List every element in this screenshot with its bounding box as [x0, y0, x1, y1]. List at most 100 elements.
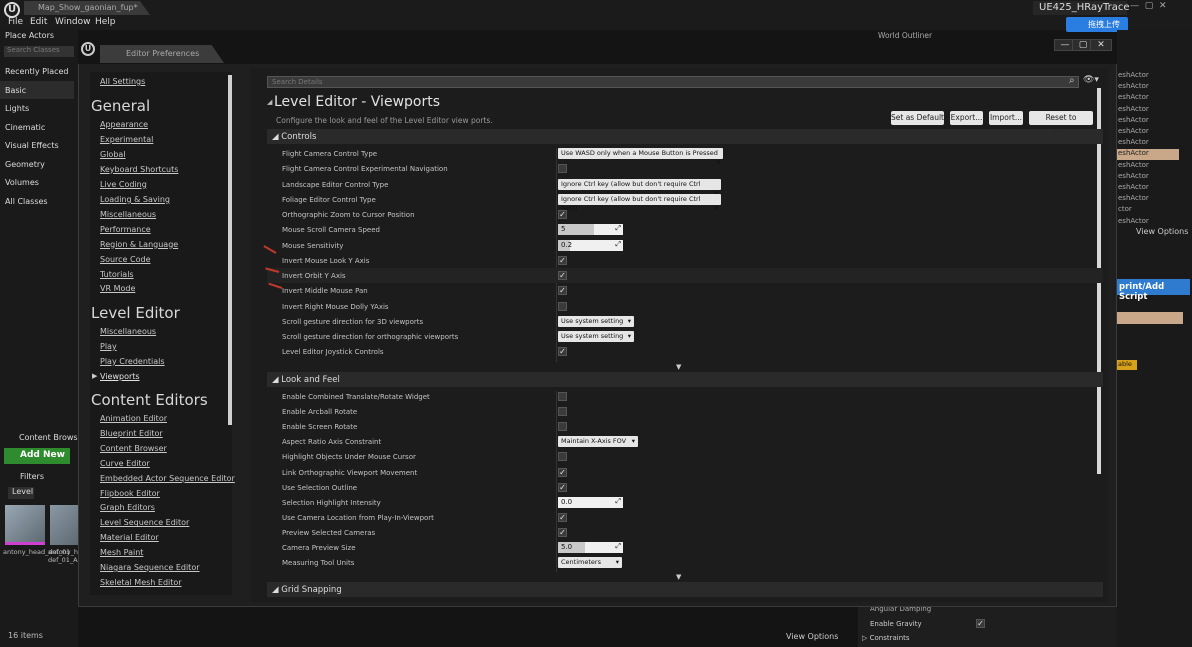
nav-scrollbar[interactable]	[228, 75, 232, 425]
menu-help[interactable]: Help	[95, 17, 116, 27]
number-field-camera-preview-size[interactable]: 5.0 ⤢	[558, 542, 623, 553]
section-grid-snapping[interactable]: ◢ Grid Snapping	[267, 582, 1103, 597]
number-field-mouse-sensitivity[interactable]: 0.2 ⤢	[558, 239, 623, 251]
nav-item-play[interactable]: Play	[100, 342, 117, 351]
section-look-and-feel[interactable]: ◢ Look and Feel	[267, 372, 1103, 387]
dropdown-scroll-gesture-direction-for-3d-viewports[interactable]: Use system setting ▾	[558, 315, 634, 327]
outliner-row[interactable]: eshActor	[1117, 149, 1179, 161]
nav-item-global[interactable]: Global	[100, 150, 126, 159]
place-actors-tab[interactable]: Place Actors	[5, 31, 54, 40]
dropdown-foliage-editor-control-type[interactable]: Ignore Ctrl key (allow but don't require…	[558, 193, 721, 212]
number-field-mouse-scroll-camera-speed[interactable]: 5 ⤢	[558, 224, 623, 236]
section-controls[interactable]: ◢ Controls	[267, 129, 1103, 144]
category-geometry[interactable]: Geometry	[0, 155, 74, 173]
nav-item-blueprint-editor[interactable]: Blueprint Editor	[100, 429, 163, 438]
constraints-section[interactable]: ▷ Constraints	[862, 634, 910, 642]
checkbox-level-editor-joystick-controls[interactable]: ✓	[558, 347, 567, 357]
outliner-row[interactable]: eshActor	[1117, 172, 1179, 183]
category-all-classes[interactable]: All Classes	[0, 192, 74, 210]
menu-window[interactable]: Window	[55, 17, 91, 27]
drag-handle-icon[interactable]: ⤢	[615, 542, 621, 551]
view-options-button[interactable]: View Options	[786, 632, 838, 641]
nav-item-mesh-paint[interactable]: Mesh Paint	[100, 548, 143, 557]
nav-item-keyboard-shortcuts[interactable]: Keyboard Shortcuts	[100, 165, 178, 174]
checkbox-invert-mouse-look-y-axis[interactable]: ✓	[558, 255, 567, 265]
asset-thumbnail[interactable]	[50, 505, 78, 545]
nav-item-miscellaneous[interactable]: Miscellaneous	[100, 327, 156, 336]
category-lights[interactable]: Lights	[0, 99, 74, 117]
outliner-row[interactable]: eshActor	[1117, 217, 1179, 228]
export-button[interactable]: Export...	[950, 111, 983, 125]
category-recently-placed[interactable]: Recently Placed	[0, 62, 74, 80]
search-details-input[interactable]: Search Details	[267, 76, 1079, 88]
selected-component[interactable]	[1117, 312, 1183, 324]
outliner-row[interactable]: eshActor	[1117, 82, 1179, 93]
search-icon[interactable]: ⌕	[1069, 75, 1075, 86]
dropdown-aspect-ratio-axis-constraint[interactable]: Maintain X-Axis FOV ▾	[558, 436, 638, 448]
outliner-row[interactable]: eshActor	[1117, 138, 1179, 149]
nav-item-vr-mode[interactable]: VR Mode	[100, 284, 135, 293]
number-field-selection-highlight-intensity[interactable]: 0.0 ⤢	[558, 496, 623, 508]
dropdown-flight-camera-control-type[interactable]: Use WASD only when a Mouse Button is Pre…	[558, 148, 723, 166]
drag-handle-icon[interactable]: ⤢	[615, 240, 621, 249]
checkbox-enable-combined-translate-rotate-widget[interactable]	[558, 392, 567, 401]
add-new-button[interactable]: Add New	[4, 448, 70, 464]
nav-all-settings[interactable]: All Settings	[100, 77, 145, 86]
editor-preferences-tab[interactable]: Editor Preferences	[100, 45, 224, 63]
checkbox-enable-arcball-rotate[interactable]	[558, 407, 567, 417]
checkbox-preview-selected-cameras[interactable]: ✓	[558, 527, 567, 537]
outliner-row[interactable]: eshActor	[1117, 105, 1179, 116]
category-visual-effects[interactable]: Visual Effects	[0, 136, 74, 154]
enable-gravity-checkbox[interactable]: ✓	[976, 619, 985, 628]
dropdown-scroll-gesture-direction-for-orthographic-viewports[interactable]: Use system setting ▾	[558, 331, 634, 342]
checkbox-invert-middle-mouse-pan[interactable]: ✓	[558, 286, 567, 296]
nav-item-appearance[interactable]: Appearance	[100, 120, 148, 129]
close-button[interactable]: ✕	[1090, 39, 1112, 51]
eye-icon[interactable]: 👁▾	[1083, 75, 1099, 85]
nav-item-graph-editors[interactable]: Graph Editors	[100, 503, 155, 512]
nav-item-embedded-actor-sequence-editor[interactable]: Embedded Actor Sequence Editor	[100, 474, 235, 483]
checkbox-flight-camera-control-experimental-navigation[interactable]	[558, 164, 567, 174]
outliner-row[interactable]: eshActor	[1117, 116, 1179, 127]
nav-item-tutorials[interactable]: Tutorials	[100, 270, 134, 279]
set-as-default-button[interactable]: Set as Default	[891, 111, 944, 125]
checkbox-use-camera-location-from-play-in-viewport[interactable]: ✓	[558, 512, 567, 522]
nav-item-viewports[interactable]: Viewports	[100, 372, 140, 381]
nav-item-curve-editor[interactable]: Curve Editor	[100, 459, 150, 468]
nav-item-experimental[interactable]: Experimental	[100, 135, 153, 144]
checkbox-orthographic-zoom-to-cursor-position[interactable]: ✓	[558, 210, 567, 219]
nav-item-live-coding[interactable]: Live Coding	[100, 180, 147, 189]
nav-item-niagara-sequence-editor[interactable]: Niagara Sequence Editor	[100, 563, 200, 572]
checkbox-invert-right-mouse-dolly-yaxis[interactable]	[558, 301, 567, 311]
window-controls[interactable]: — ▢ ✕	[1130, 1, 1190, 13]
checkbox-use-selection-outline[interactable]: ✓	[558, 482, 567, 492]
nav-item-animation-editor[interactable]: Animation Editor	[100, 414, 167, 423]
search-classes-input[interactable]: Search Classes	[4, 46, 74, 57]
category-cinematic[interactable]: Cinematic	[0, 118, 74, 136]
expand-advanced-icon[interactable]: ▼	[676, 363, 681, 371]
expand-advanced-icon[interactable]: ▼	[676, 573, 681, 581]
outliner-row[interactable]: eshActor	[1117, 127, 1179, 138]
nav-item-loading-saving[interactable]: Loading & Saving	[100, 195, 170, 204]
outliner-row[interactable]: eshActor	[1117, 194, 1179, 205]
drag-handle-icon[interactable]: ⤢	[615, 497, 621, 506]
add-script-button[interactable]: print/Add Script	[1117, 279, 1190, 302]
nav-item-skeletal-mesh-editor[interactable]: Skeletal Mesh Editor	[100, 578, 182, 587]
asset-thumbnail[interactable]	[5, 505, 45, 545]
drag-handle-icon[interactable]: ⤢	[615, 224, 621, 233]
level-breadcrumb[interactable]: Level	[8, 487, 34, 499]
nav-item-region-language[interactable]: Region & Language	[100, 240, 178, 249]
reset-to-defaults-button[interactable]: Reset to Defaults	[1029, 111, 1093, 136]
category-basic[interactable]: Basic	[0, 80, 74, 99]
category-volumes[interactable]: Volumes	[0, 173, 74, 191]
checkbox-enable-screen-rotate[interactable]	[558, 422, 567, 432]
nav-item-material-editor[interactable]: Material Editor	[100, 533, 159, 542]
outliner-row[interactable]: eshActor	[1117, 71, 1179, 82]
filters-button[interactable]: Filters	[20, 472, 44, 481]
nav-item-miscellaneous[interactable]: Miscellaneous	[100, 210, 156, 219]
menu-file[interactable]: File	[8, 17, 23, 27]
outliner-row[interactable]: ctor	[1117, 205, 1179, 216]
nav-item-performance[interactable]: Performance	[100, 225, 151, 234]
dropdown-measuring-tool-units[interactable]: Centimeters ▾	[558, 557, 622, 569]
outliner-row[interactable]: eshActor	[1117, 161, 1179, 172]
